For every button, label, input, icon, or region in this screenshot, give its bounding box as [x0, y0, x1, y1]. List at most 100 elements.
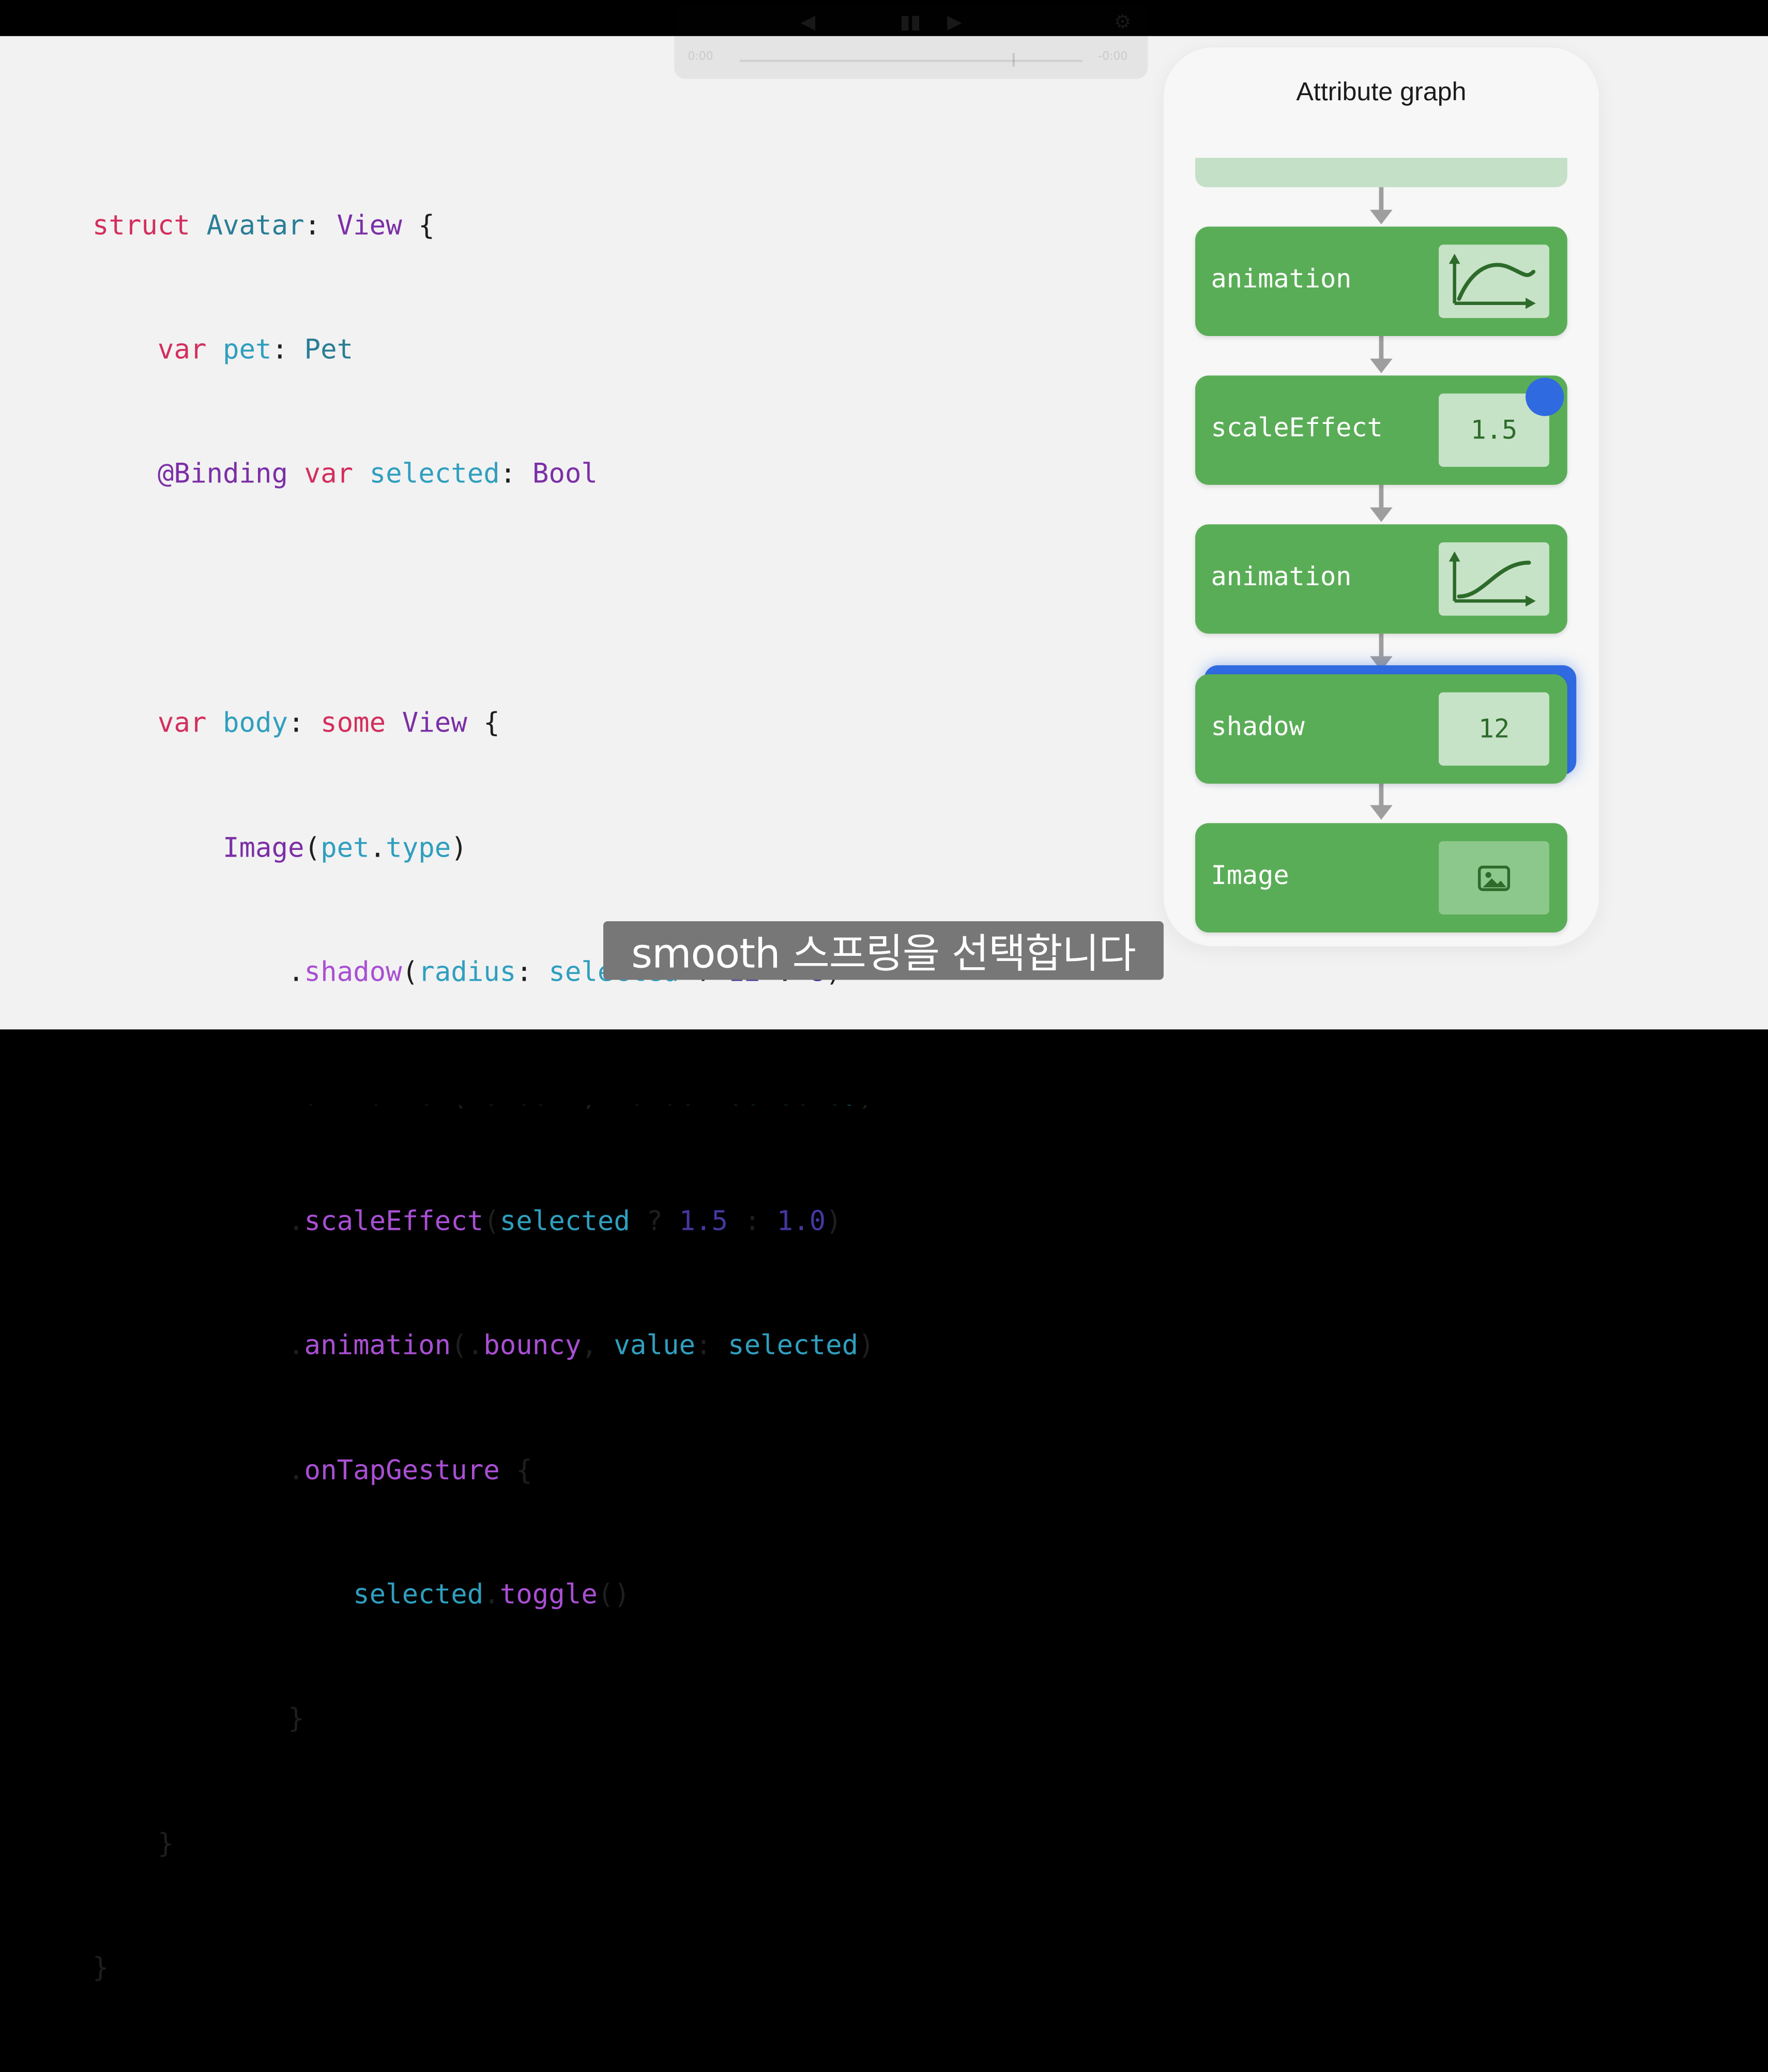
- time-remaining: -0:00: [1098, 51, 1128, 64]
- scrubber-handle[interactable]: [1012, 53, 1015, 67]
- graph-node-animation-smooth[interactable]: animation: [1195, 226, 1567, 336]
- graph-edge-arrow: [1369, 187, 1394, 225]
- node-label: shadow: [1211, 712, 1305, 742]
- code-number: 1.5: [679, 1205, 728, 1237]
- code-punct: .: [288, 1454, 304, 1486]
- code-identifier: selected: [353, 1578, 484, 1610]
- code-punct: {: [467, 707, 500, 739]
- code-punct: (: [402, 956, 419, 988]
- code-identifier: radius: [418, 956, 516, 988]
- code-punct: }: [157, 1827, 174, 1859]
- code-keyword: some: [321, 707, 386, 739]
- player-controls[interactable]: ◀ ▮▮ ▶ ⚙ 0:00 -0:00: [674, 4, 1148, 79]
- scrubber-track[interactable]: [739, 59, 1083, 62]
- node-label: animation: [1211, 265, 1352, 295]
- code-line: .scaleEffect(selected ? 1.5 : 1.0): [93, 1200, 875, 1242]
- code-line: @Binding var selected: Bool: [93, 454, 875, 495]
- code-keyword: struct: [92, 209, 190, 241]
- graph-edge-arrow: [1369, 782, 1394, 821]
- code-keyword: var: [157, 707, 207, 739]
- code-type: Pet: [304, 333, 354, 365]
- code-attribute: @Binding: [157, 458, 288, 490]
- code-type: Bool: [532, 458, 598, 490]
- panel-title: Attribute graph: [1296, 77, 1467, 106]
- graph-node-shadow[interactable]: shadow 12: [1195, 674, 1567, 784]
- pause-icon[interactable]: ▮▮: [900, 11, 921, 34]
- code-keyword: var: [157, 333, 207, 365]
- code-function: onTapGesture: [304, 1454, 500, 1486]
- code-line: }: [93, 1947, 875, 1989]
- code-punct: :: [516, 956, 549, 988]
- code-keyword: var: [304, 458, 354, 490]
- rewind-icon[interactable]: ◀: [801, 11, 816, 34]
- code-line: struct Avatar: View {: [93, 205, 875, 246]
- attribute-graph-panel: Attribute graph animation scaleEffect 1.…: [1163, 47, 1599, 946]
- node-label: scaleEffect: [1211, 414, 1383, 444]
- graph-node-animation-bouncy[interactable]: animation: [1195, 524, 1567, 634]
- code-type: View: [402, 707, 467, 739]
- code-identifier: type: [386, 831, 451, 863]
- code-punct: :: [728, 1205, 777, 1237]
- code-punct: {: [499, 1454, 532, 1486]
- code-function: bouncy: [483, 1329, 582, 1361]
- code-punct: :: [499, 458, 532, 490]
- code-type: Image: [222, 831, 304, 863]
- code-line: selected.toggle(): [93, 1574, 875, 1616]
- code-identifier: selected: [728, 1329, 859, 1361]
- code-type-name: Avatar: [206, 209, 304, 241]
- code-punct: .: [288, 956, 304, 988]
- code-line: }: [93, 1698, 875, 1740]
- graph-node-scale-effect[interactable]: scaleEffect 1.5: [1195, 375, 1567, 485]
- code-line: Image(pet.type): [93, 827, 875, 869]
- code-line: .animation(.bouncy, value: selected): [93, 1325, 875, 1366]
- video-frame: ◀ ▮▮ ▶ ⚙ 0:00 -0:00 struct Avatar: View …: [0, 0, 1768, 1984]
- node-label: Image: [1211, 861, 1289, 891]
- graph-node-image[interactable]: Image: [1195, 823, 1567, 933]
- code-identifier: value: [614, 1329, 696, 1361]
- code-punct: .: [467, 1329, 484, 1361]
- code-punct: ): [451, 831, 467, 863]
- code-identifier: body: [223, 707, 288, 739]
- code-line: }: [93, 1823, 875, 1864]
- code-identifier: selected: [369, 458, 500, 490]
- code-punct: ?: [630, 1205, 679, 1237]
- node-label: animation: [1211, 562, 1352, 592]
- code-punct: :: [304, 209, 337, 241]
- code-function: toggle: [499, 1578, 598, 1610]
- gear-icon[interactable]: ⚙: [1114, 11, 1131, 34]
- code-punct: (: [483, 1205, 500, 1237]
- code-punct: .: [369, 831, 386, 863]
- node-value-box: 12: [1439, 692, 1549, 766]
- letterbox-bottom: [0, 1029, 1768, 1105]
- smooth-curve-graph-icon: [1439, 245, 1549, 318]
- graph-node-partial: [1195, 158, 1567, 188]
- ease-curve-graph-icon: [1439, 542, 1549, 616]
- code-number: 1.0: [776, 1205, 826, 1237]
- code-type: View: [337, 209, 402, 241]
- active-marker-dot: [1526, 377, 1564, 416]
- code-identifier: pet: [223, 333, 272, 365]
- code-line: .onTapGesture {: [93, 1450, 875, 1491]
- code-identifier: pet: [321, 831, 370, 863]
- graph-edge-arrow: [1369, 484, 1394, 523]
- code-line: var pet: Pet: [93, 329, 875, 371]
- code-function: shadow: [304, 956, 402, 988]
- code-function: scaleEffect: [304, 1205, 484, 1237]
- forward-icon[interactable]: ▶: [947, 11, 962, 34]
- code-punct: ,: [581, 1329, 614, 1361]
- code-punct: .: [483, 1578, 500, 1610]
- code-punct: ): [858, 1329, 875, 1361]
- code-punct: :: [271, 333, 304, 365]
- photo-icon: [1439, 841, 1549, 915]
- code-punct: .: [288, 1205, 304, 1237]
- graph-edge-arrow: [1369, 336, 1394, 374]
- code-punct: (): [597, 1578, 630, 1610]
- code-line: var body: some View {: [93, 703, 875, 744]
- code-punct: ): [826, 1205, 842, 1237]
- subtitle-caption: smooth 스프링을 선택합니다: [603, 921, 1164, 980]
- code-punct: }: [92, 1952, 109, 1984]
- code-punct: .: [288, 1329, 304, 1361]
- time-elapsed: 0:00: [688, 51, 713, 64]
- code-punct: {: [402, 209, 435, 241]
